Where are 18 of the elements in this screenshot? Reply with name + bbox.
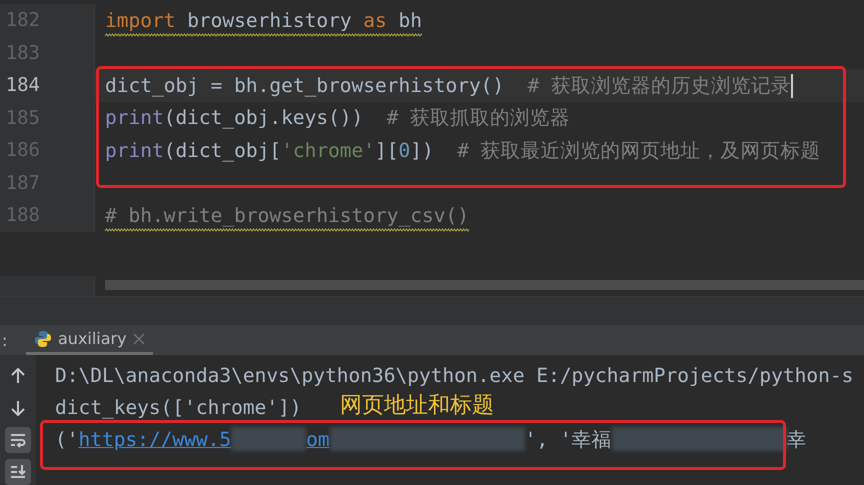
panel-label: : bbox=[2, 330, 8, 350]
output-line: dict_keys(['chrome']) bbox=[55, 394, 302, 421]
output-line: ('https://www.5 om ', '幸福 幸 bbox=[55, 426, 807, 453]
toolbar-button[interactable] bbox=[5, 427, 31, 453]
output-line: D:\DL\anaconda3\envs\python36\python.exe E:/pycharmProjects/python-s bbox=[55, 362, 854, 388]
scroll-to-end-icon bbox=[9, 463, 27, 481]
scrollbar[interactable] bbox=[105, 280, 864, 290]
toolbar-button[interactable] bbox=[5, 459, 31, 485]
code-line: dict_obj = bh.get_browserhistory() # 获取浏览器的历史浏览记录 bbox=[105, 72, 794, 100]
tab-label: auxiliary bbox=[58, 329, 127, 348]
annotation-label: 网页地址和标题 bbox=[340, 392, 494, 420]
code-line: print(dict_obj.keys()) # 获取抓取的浏览器 bbox=[105, 105, 570, 132]
python-icon bbox=[34, 330, 52, 348]
line-number: 184 bbox=[4, 74, 40, 96]
up-arrow-icon bbox=[9, 367, 27, 385]
soft-wrap-icon bbox=[9, 431, 27, 449]
code-line: print(dict_obj['chrome'][0]) # 获取最近浏览的网页地址，及网页标题 bbox=[105, 138, 821, 164]
down-arrow-icon bbox=[9, 399, 27, 417]
